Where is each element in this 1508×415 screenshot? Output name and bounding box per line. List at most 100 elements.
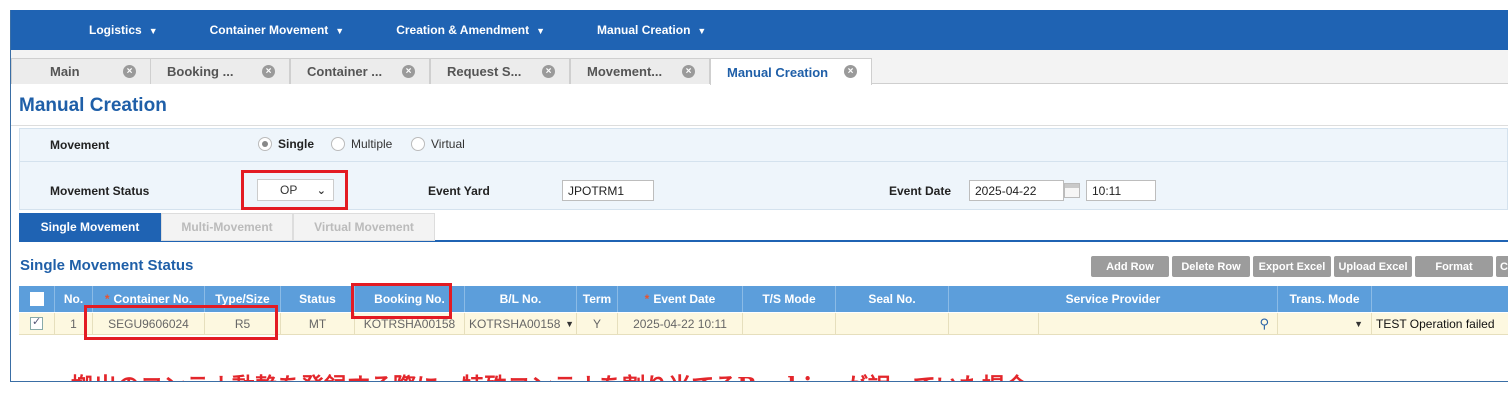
header-service-provider[interactable]: Service Provider: [949, 286, 1278, 312]
upload-excel-button[interactable]: Upload Excel: [1334, 256, 1412, 277]
event-time-input[interactable]: 10:11: [1086, 180, 1156, 201]
tab-container[interactable]: Container ... ×: [290, 58, 430, 84]
required-marker: *: [644, 292, 650, 306]
highlight-box: [84, 305, 278, 340]
cell-result: TEST Operation failed: [1372, 313, 1508, 335]
chevron-down-icon: ▼: [148, 26, 158, 36]
tab-virtual-movement[interactable]: Virtual Movement: [293, 213, 435, 241]
divider: [20, 161, 1507, 162]
tab-label: Manual Creation: [727, 64, 829, 80]
search-icon[interactable]: ⚲: [1259, 316, 1269, 332]
select-all-checkbox[interactable]: [29, 292, 44, 306]
header-result: [1372, 286, 1508, 312]
header-event-date[interactable]: * Event Date: [618, 286, 743, 312]
radio-label: Single: [278, 137, 315, 151]
close-icon[interactable]: ×: [844, 65, 857, 78]
header-trans-mode[interactable]: Trans. Mode: [1278, 286, 1372, 312]
event-yard-label: Event Yard: [428, 184, 490, 198]
tab-bar: Main × Booking ... × Container ... × Reques…: [11, 50, 1508, 85]
nav-label: Manual Creation: [597, 23, 691, 37]
close-icon[interactable]: ×: [542, 65, 555, 78]
app-window: Logistics ▼ Container Movement ▼ Creation …: [10, 10, 1508, 382]
annotation-caption: 搬出のコンテナ動静を登録する際に、特殊コンテナを割り当てるBookingが誤って…: [71, 367, 1028, 381]
highlight-box: [351, 283, 452, 319]
cell-service-provider-code[interactable]: [949, 313, 1039, 335]
event-date-input[interactable]: 2025-04-22: [969, 180, 1064, 201]
nav-logistics[interactable]: Logistics ▼: [89, 23, 158, 37]
header-label: Container No.: [113, 292, 193, 306]
format-button[interactable]: Format: [1415, 256, 1493, 277]
cell-service-provider[interactable]: ⚲: [1039, 313, 1278, 335]
tab-label: Movement...: [587, 64, 663, 79]
movement-label: Movement: [50, 138, 110, 152]
row-checkbox[interactable]: [30, 315, 43, 330]
radio-single[interactable]: Single: [258, 137, 314, 151]
radio-label: Multiple: [351, 137, 393, 151]
close-icon[interactable]: ×: [262, 65, 275, 78]
nav-creation-amendment[interactable]: Creation & Amendment ▼: [396, 23, 545, 37]
chevron-down-icon[interactable]: ▼: [1354, 319, 1363, 329]
cell-seal-no[interactable]: [836, 313, 949, 335]
header-bl-no[interactable]: B/L No.: [465, 286, 577, 312]
event-yard-input[interactable]: JPOTRM1: [562, 180, 654, 201]
movement-status-label: Movement Status: [50, 184, 150, 198]
tab-label: Main: [50, 64, 80, 79]
radio-icon: [331, 137, 345, 151]
event-date-label: Event Date: [889, 184, 952, 198]
delete-row-button[interactable]: Delete Row: [1172, 256, 1250, 277]
cell-ts-mode[interactable]: [743, 313, 836, 335]
nav-label: Creation & Amendment: [396, 23, 530, 37]
cell-event-date[interactable]: 2025-04-22 10:11: [618, 313, 743, 335]
add-row-button[interactable]: Add Row: [1091, 256, 1169, 277]
radio-multiple[interactable]: Multiple: [331, 137, 392, 151]
nav-container-movement[interactable]: Container Movement ▼: [210, 23, 345, 37]
nav-manual-creation[interactable]: Manual Creation ▼: [597, 23, 706, 37]
radio-label: Virtual: [431, 137, 465, 151]
required-marker: *: [104, 292, 110, 306]
tab-label: Container ...: [307, 64, 383, 79]
cell-status[interactable]: MT: [281, 313, 355, 335]
cell-value: KOTRSHA00158: [469, 316, 561, 331]
header-seal-no[interactable]: Seal No.: [836, 286, 949, 312]
chevron-down-icon: ▼: [697, 26, 707, 36]
tab-booking[interactable]: Booking ... ×: [150, 58, 290, 84]
cell-term[interactable]: Y: [577, 313, 618, 335]
tab-request[interactable]: Request S... ×: [430, 58, 570, 84]
tab-multi-movement[interactable]: Multi-Movement: [161, 213, 293, 241]
tab-single-movement[interactable]: Single Movement: [19, 213, 161, 241]
movement-form: Movement Single Multiple Virtual Movemen…: [19, 128, 1508, 210]
header-ts-mode[interactable]: T/S Mode: [743, 286, 836, 312]
nav-label: Logistics: [89, 23, 142, 37]
nav-label: Container Movement: [209, 23, 329, 37]
movement-tabs: Single Movement Multi-Movement Virtual M…: [19, 213, 1508, 242]
highlight-box: [241, 170, 348, 210]
tab-label: Booking ...: [167, 64, 234, 79]
select-all-header[interactable]: [19, 286, 55, 312]
header-status[interactable]: Status: [281, 286, 355, 312]
row-select-cell[interactable]: [19, 313, 55, 335]
cell-trans-mode[interactable]: ▼: [1278, 313, 1372, 335]
close-icon[interactable]: ×: [123, 65, 136, 78]
tab-label: Request S...: [447, 64, 522, 79]
close-icon[interactable]: ×: [682, 65, 695, 78]
radio-icon: [411, 137, 425, 151]
calendar-icon[interactable]: [1064, 183, 1080, 198]
chevron-down-icon[interactable]: ▼: [565, 319, 574, 329]
tab-manual-creation[interactable]: Manual Creation ×: [710, 58, 872, 85]
header-label: Event Date: [653, 292, 716, 306]
top-navigation: Logistics ▼ Container Movement ▼ Creation …: [11, 10, 1508, 50]
clear-button[interactable]: Cl: [1496, 256, 1508, 277]
export-excel-button[interactable]: Export Excel: [1253, 256, 1331, 277]
radio-icon: [258, 137, 272, 151]
cell-bl-no[interactable]: KOTRSHA00158 ▼: [465, 313, 577, 335]
close-icon[interactable]: ×: [402, 65, 415, 78]
page-title: Manual Creation: [19, 95, 167, 116]
tab-movement[interactable]: Movement... ×: [570, 58, 710, 84]
section-title: Single Movement Status: [20, 257, 194, 274]
header-term[interactable]: Term: [577, 286, 618, 312]
divider: [11, 125, 1508, 126]
radio-virtual[interactable]: Virtual: [411, 137, 465, 151]
tab-main[interactable]: Main ×: [11, 58, 151, 84]
chevron-down-icon: ▼: [536, 26, 546, 36]
chevron-down-icon: ▼: [335, 26, 345, 36]
